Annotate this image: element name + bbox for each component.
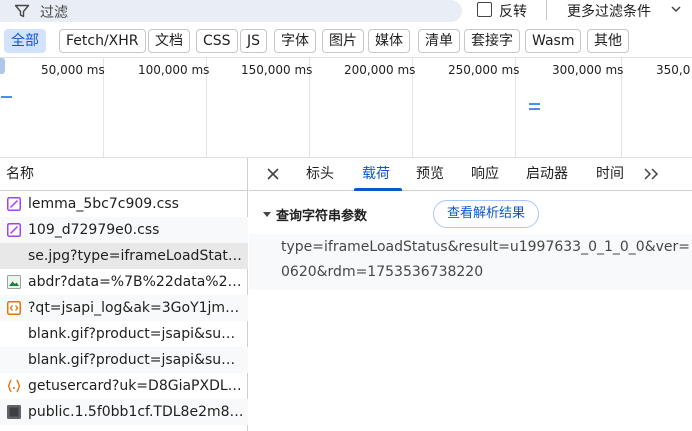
type-filter-js[interactable]: JS [240,29,268,53]
request-row[interactable]: getusercard?uk=D8GiaPXDLmVyUg [0,373,248,399]
filter-funnel-icon [14,4,30,18]
timeline-overview[interactable]: 50,000 ms 100,000 ms 150,000 ms 200,000 … [0,57,692,158]
invert-checkbox[interactable] [477,2,492,17]
css-file-icon [7,197,21,211]
timeline-tick-label: 100,000 ms [138,63,210,77]
timeline-request-mark [529,103,540,105]
image-file-icon [7,405,21,419]
json-file-icon [7,379,21,393]
type-filter-manifest[interactable]: 清单 [418,29,460,53]
request-name: lemma_5bc7c909.css [28,196,179,212]
tab-timing[interactable]: 时间 [596,158,624,191]
section-title: 查询字符串参数 [276,209,368,224]
css-file-icon [7,223,21,237]
request-row[interactable]: ?qt=jsapi_log&ak=3GoY1jmPSN [0,295,248,321]
timeline-range-handle[interactable] [0,58,5,74]
request-row[interactable]: lemma_5bc7c909.css [0,191,248,217]
query-string-raw: type=iframeLoadStatus&result=u1997633_0_… [249,234,692,290]
more-filters-button[interactable]: 更多过滤条件 [567,1,651,21]
query-string-line: type=iframeLoadStatus&result=u1997633_0_… [281,239,691,255]
type-filter-font[interactable]: 字体 [274,29,316,53]
type-filter-all[interactable]: 全部 [4,29,46,53]
type-filter-media[interactable]: 媒体 [368,29,410,53]
view-parsed-button[interactable]: 查看解析结果 [433,200,539,228]
request-row[interactable]: 109_d72979e0.css [0,217,248,243]
request-name: public.1.5f0bb1cf.TDL8e2m8Ds [28,404,244,420]
type-filter-doc[interactable]: 文档 [148,29,190,53]
type-filter-fetch-xhr[interactable]: Fetch/XHR [59,29,146,53]
detail-tabs: 标头 载荷 预览 响应 启动器 时间 [249,158,692,191]
timeline-tick-label: 350,0 [656,63,691,77]
timeline-tick-label: 250,000 ms [448,63,520,77]
resource-type-filters: 全部 Fetch/XHR 文档 CSS JS 字体 图片 媒体 清单 套接字 W… [0,29,692,53]
timeline-request-mark [1,96,12,98]
close-icon[interactable] [266,167,280,181]
type-filter-socket[interactable]: 套接字 [464,29,520,53]
request-name: blank.gif?product=jsapi&sub_product [28,352,244,368]
filter-placeholder: 过滤 [40,5,68,21]
request-name: 109_d72979e0.css [28,222,160,238]
query-string-line: 0620&rdm=1753536738220 [281,264,484,280]
timeline-tick-label: 150,000 ms [241,63,313,77]
request-name: getusercard?uk=D8GiaPXDLmVyUg [28,378,244,394]
request-detail-panel: 标头 载荷 预览 响应 启动器 时间 查询字符串参数 查看解析结果 type=i… [249,158,692,431]
toolbar-divider [546,0,547,20]
type-filter-other[interactable]: 其他 [587,29,629,53]
request-row[interactable]: blank.gif?product=jsapi&sub_product [0,347,248,373]
tab-payload[interactable]: 载荷 [362,158,390,191]
active-tab-indicator [354,188,402,191]
query-params-section-header[interactable]: 查询字符串参数 查看解析结果 [249,192,692,234]
type-filter-css[interactable]: CSS [196,29,238,53]
tab-headers[interactable]: 标头 [306,158,334,191]
request-name: abdr?data=%7B%22data%22%3A [28,274,244,290]
type-filter-wasm[interactable]: Wasm [525,29,582,53]
image-file-icon [7,275,21,289]
filter-input[interactable]: 过滤 [0,0,462,22]
tab-preview[interactable]: 预览 [416,158,444,191]
timeline-request-mark [529,108,540,110]
invert-label[interactable]: 反转 [499,1,527,21]
request-name: ?qt=jsapi_log&ak=3GoY1jmPSN [28,300,244,316]
timeline-tick-label: 50,000 ms [41,63,105,77]
request-list: 名称 lemma_5bc7c909.css 109_d72979e0.css s… [0,158,248,431]
filter-toolbar: 过滤 反转 更多过滤条件 [0,0,692,24]
tab-initiator[interactable]: 启动器 [526,158,568,191]
chevron-down-icon[interactable] [671,4,681,14]
request-row[interactable]: blank.gif?product=jsapi&sub_product [0,321,248,347]
tab-response[interactable]: 响应 [471,158,499,191]
chevron-double-right-icon[interactable] [642,167,660,181]
triangle-down-icon[interactable] [263,212,271,217]
script-file-icon [7,301,21,315]
timeline-tick-label: 200,000 ms [344,63,416,77]
request-name: blank.gif?product=jsapi&sub_product [28,326,244,342]
name-column-header[interactable]: 名称 [0,158,247,191]
request-row[interactable]: public.1.5f0bb1cf.TDL8e2m8Ds [0,399,248,425]
timeline-tick-label: 300,000 ms [552,63,624,77]
type-filter-img[interactable]: 图片 [322,29,364,53]
request-name: se.jpg?type=iframeLoadStatus&result=u199… [28,248,244,264]
request-row[interactable]: abdr?data=%7B%22data%22%3A [0,269,248,295]
request-row-selected[interactable]: se.jpg?type=iframeLoadStatus&result=u199… [0,243,248,269]
